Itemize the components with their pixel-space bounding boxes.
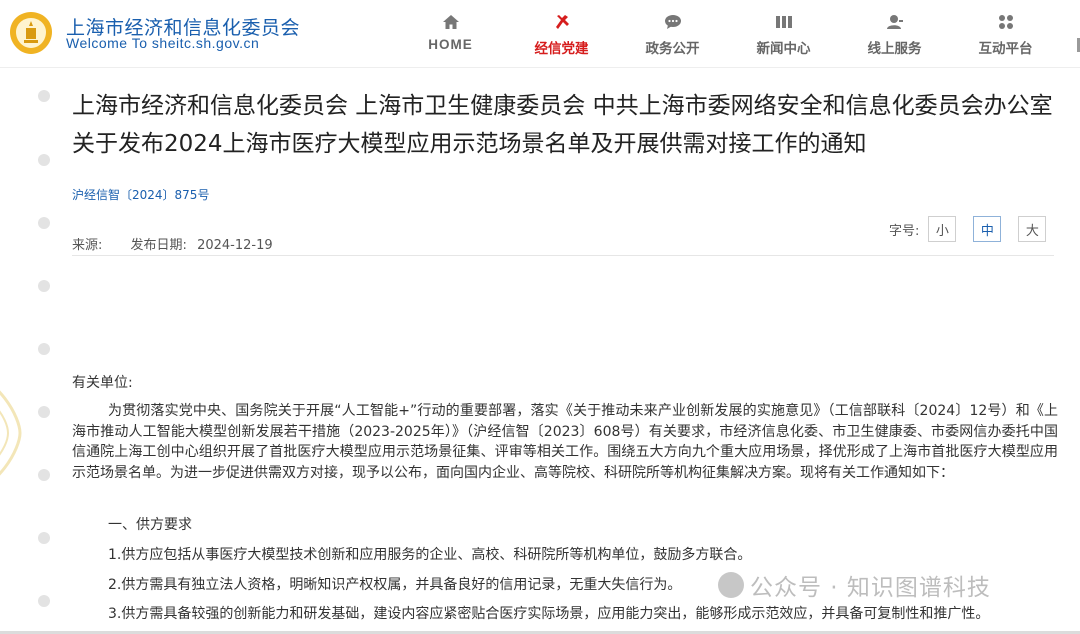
nav-item-label: 新闻中心 (756, 41, 811, 57)
chat-icon (664, 15, 681, 29)
home-icon (442, 15, 459, 29)
requirement-item-2: 2.供方需具有独立法人资格，明晰知识产权权属，并具备良好的信用记录，无重大失信行… (108, 577, 682, 593)
nav-item-party-building[interactable]: 经信党建 (506, 0, 617, 68)
nav-item-interaction-platform[interactable]: 互动平台 (950, 0, 1061, 68)
publish-date: 2024-12-19 (197, 238, 273, 253)
nav-item-label: 互动平台 (978, 41, 1033, 57)
nav-item-label: 政务公开 (645, 41, 700, 57)
watermark-text: 公众号 · 知识图谱科技 (750, 575, 991, 601)
nav-item-online-services[interactable]: 线上服务 (839, 0, 950, 68)
news-icon (775, 16, 792, 28)
source-label: 来源: (72, 238, 103, 253)
article-title: 上海市经济和信息化委员会 上海市卫生健康委员会 中共上海市委网络安全和信息化委员… (72, 93, 1053, 157)
decorative-pattern (0, 390, 22, 476)
site-name-en: Welcome To sheitc.sh.gov.cn (66, 35, 260, 51)
publish-date-label: 发布日期: (130, 238, 187, 253)
font-size-small-button[interactable]: 小 (928, 216, 957, 242)
side-dot (38, 90, 50, 102)
left-decoration (0, 68, 56, 634)
divider (72, 255, 1054, 256)
font-size-selector: 字号: 小 中 大 (889, 216, 1047, 242)
nav-item-label: HOME (428, 37, 473, 52)
party-emblem-icon (555, 15, 569, 29)
municipal-emblem-icon[interactable] (6, 10, 56, 56)
font-size-medium-button[interactable]: 中 (973, 216, 1002, 242)
section-heading: 一、供方要求 (108, 517, 192, 533)
site-header: 上海市经济和信息化委员会 Welcome To sheitc.sh.gov.cn… (0, 0, 1080, 68)
side-dot (38, 217, 50, 229)
side-dot (38, 343, 50, 355)
side-dot (38, 532, 50, 544)
intro-paragraph: 为贯彻落实党中央、国务院关于开展“人工智能+”行动的重要部署，落实《关于推动未来… (72, 403, 1058, 481)
user-service-icon (886, 15, 903, 29)
main-nav: HOME 经信党建 政务公开 新闻中心 线上服务 互动平台 (395, 0, 1061, 68)
salutation: 有关单位: (72, 375, 133, 391)
article-meta: 来源: 发布日期: 2024-12-19 (72, 234, 273, 253)
wechat-watermark: 公众号 · 知识图谱科技 (718, 568, 991, 602)
side-dot (38, 154, 50, 166)
side-dot (38, 469, 50, 481)
nav-item-label: 经信党建 (534, 41, 589, 57)
nav-item-label: 线上服务 (867, 41, 922, 57)
side-dot (38, 595, 50, 607)
wechat-icon (718, 572, 744, 598)
nav-item-news-center[interactable]: 新闻中心 (728, 0, 839, 68)
font-size-label: 字号: (889, 223, 920, 239)
requirement-item-1: 1.供方应包括从事医疗大模型技术创新和应用服务的企业、高校、科研院所等机构单位，… (108, 547, 752, 563)
document-number: 沪经信智〔2024〕875号 (72, 188, 210, 202)
nav-item-government-affairs[interactable]: 政务公开 (617, 0, 728, 68)
interaction-icon (998, 15, 1013, 29)
requirement-item-3: 3.供方需具备较强的创新能力和研发基础，建设内容应紧密贴合医疗实际场景，应用能力… (108, 606, 990, 622)
side-dot (38, 406, 50, 418)
nav-item-home[interactable]: HOME (395, 0, 506, 68)
side-dot (38, 280, 50, 292)
font-size-large-button[interactable]: 大 (1018, 216, 1047, 242)
